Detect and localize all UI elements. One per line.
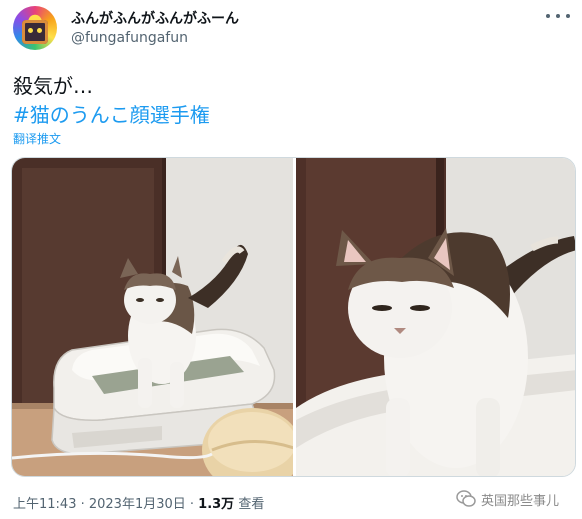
hashtag-link[interactable]: #猫のうんこ顔選手権 <box>13 99 210 128</box>
display-name[interactable]: ふんがふんがふんがふーん <box>71 8 239 28</box>
avatar[interactable] <box>13 6 57 50</box>
cat-photo-1[interactable] <box>12 158 293 476</box>
translate-link[interactable]: 翻译推文 <box>13 130 61 147</box>
views-label: 查看 <box>234 497 265 512</box>
watermark-text: 英国那些事儿 <box>481 493 560 509</box>
time-date: 上午11:43 · 2023年1月30日 · <box>13 497 199 512</box>
cat-photo-2[interactable] <box>296 158 575 476</box>
wechat-icon <box>456 490 476 507</box>
avatar-eye-left <box>28 28 33 33</box>
tweet-timestamp[interactable]: 上午11:43 · 2023年1月30日 · 1.3万 查看 <box>13 493 264 512</box>
more-dots-icon[interactable] <box>546 8 570 24</box>
cat-litterbox-image <box>12 158 293 476</box>
tweet-text: 殺気が… <box>13 74 93 98</box>
watermark: 英国那些事儿 <box>456 489 559 509</box>
media-grid <box>11 157 576 477</box>
avatar-illustration <box>22 20 48 44</box>
views-count: 1.3万 <box>198 497 235 512</box>
avatar-eye-right <box>37 28 42 33</box>
user-handle[interactable]: @fungafungafun <box>71 30 188 46</box>
cat-closeup-image <box>296 158 575 476</box>
